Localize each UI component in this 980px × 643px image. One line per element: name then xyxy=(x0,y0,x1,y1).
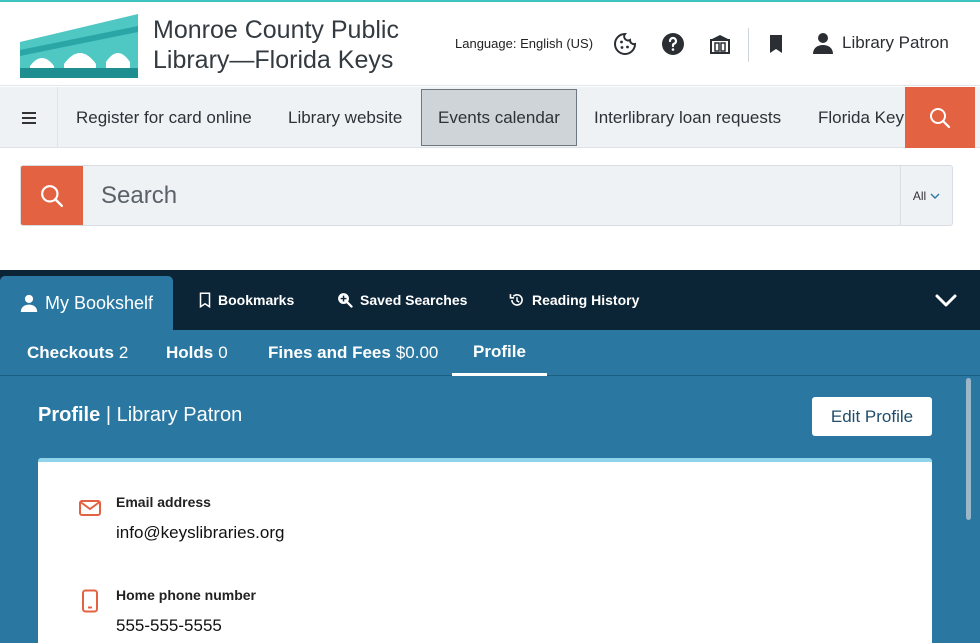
search-bar: All xyxy=(20,165,953,226)
tab-saved-searches-label: Saved Searches xyxy=(360,292,468,308)
account-subtabs: Checkouts 2 Holds 0 Fines and Fees $0.00 Pr… xyxy=(0,330,980,376)
library-logo[interactable] xyxy=(20,12,138,78)
user-icon xyxy=(813,33,833,54)
subtab-fines-fees[interactable]: Fines and Fees $0.00 xyxy=(268,330,438,376)
search-icon xyxy=(930,107,951,128)
checkouts-count: 2 xyxy=(118,343,129,362)
chevron-down-icon[interactable] xyxy=(934,288,958,312)
tab-my-bookshelf[interactable]: My Bookshelf xyxy=(0,276,174,330)
phone-label: Home phone number xyxy=(116,587,257,603)
profile-patron-name: Library Patron xyxy=(116,404,243,426)
language-selector[interactable]: Language: English (US) xyxy=(455,36,593,51)
help-icon[interactable] xyxy=(660,31,686,57)
subtab-profile-label: Profile xyxy=(473,341,526,361)
patron-account-menu[interactable]: Library Patron xyxy=(812,32,949,54)
profile-details-card: Email address info@keyslibraries.org Hom… xyxy=(38,458,932,643)
subtab-checkouts-label: Checkouts xyxy=(27,343,114,362)
subtab-profile[interactable]: Profile xyxy=(452,330,547,376)
nav-events-calendar[interactable]: Events calendar xyxy=(421,89,577,146)
nav-library-website[interactable]: Library website xyxy=(288,87,402,148)
tab-bookmarks[interactable]: Bookmarks xyxy=(199,270,294,330)
email-icon xyxy=(79,500,101,516)
profile-panel: Profile | Library Patron Edit Profile Em… xyxy=(0,376,980,643)
search-icon xyxy=(41,184,64,207)
nav-search-button[interactable] xyxy=(905,87,975,148)
tab-reading-history[interactable]: Reading History xyxy=(509,270,639,330)
subtab-holds[interactable]: Holds 0 xyxy=(166,330,228,376)
holds-count: 0 xyxy=(218,343,228,362)
main-navigation: Register for card online Library website… xyxy=(0,87,980,148)
tab-bookmarks-label: Bookmarks xyxy=(218,292,295,308)
bookmark-icon xyxy=(199,292,211,308)
subtab-holds-label: Holds xyxy=(166,343,214,362)
saved-search-icon xyxy=(338,293,353,308)
history-icon xyxy=(509,294,523,306)
user-icon xyxy=(20,294,38,312)
nav-register-card[interactable]: Register for card online xyxy=(76,87,252,148)
library-name[interactable]: Monroe County Public Library—Florida Key… xyxy=(153,15,423,75)
page-scrollbar[interactable] xyxy=(966,378,971,520)
title-separator: | xyxy=(105,404,112,426)
search-scope-select[interactable]: All xyxy=(900,166,952,225)
subtab-fines-label: Fines and Fees xyxy=(268,343,391,362)
profile-heading: Profile xyxy=(38,404,101,426)
library-icon[interactable] xyxy=(707,31,733,57)
email-value: info@keyslibraries.org xyxy=(116,523,285,542)
patron-name: Library Patron xyxy=(842,33,949,52)
bookmark-icon[interactable] xyxy=(763,31,789,57)
chevron-down-icon xyxy=(930,193,940,199)
edit-profile-button[interactable]: Edit Profile xyxy=(812,397,932,436)
phone-value: 555-555-5555 xyxy=(116,616,222,635)
fines-amount: $0.00 xyxy=(395,343,439,362)
phone-icon xyxy=(82,589,98,613)
site-header: Monroe County Public Library—Florida Key… xyxy=(0,0,980,86)
nav-interlibrary-loan[interactable]: Interlibrary loan requests xyxy=(594,87,781,148)
tab-reading-history-label: Reading History xyxy=(532,292,640,308)
subtab-checkouts[interactable]: Checkouts 2 xyxy=(27,330,128,376)
search-submit-button[interactable] xyxy=(21,166,83,225)
bookshelf-tabs: My Bookshelf Bookmarks Saved Searches Re… xyxy=(0,270,980,330)
page-title: Profile | Library Patron xyxy=(38,404,242,427)
search-scope-value: All xyxy=(912,188,927,203)
tab-my-bookshelf-label: My Bookshelf xyxy=(45,292,154,313)
cookie-icon[interactable] xyxy=(612,31,638,57)
menu-icon xyxy=(21,111,36,124)
email-label: Email address xyxy=(116,494,211,510)
tab-saved-searches[interactable]: Saved Searches xyxy=(337,270,467,330)
hamburger-menu-button[interactable] xyxy=(0,87,58,148)
header-divider xyxy=(748,28,749,62)
nav-florida-keys[interactable]: Florida Key xyxy=(818,87,904,148)
search-input[interactable] xyxy=(83,166,900,225)
